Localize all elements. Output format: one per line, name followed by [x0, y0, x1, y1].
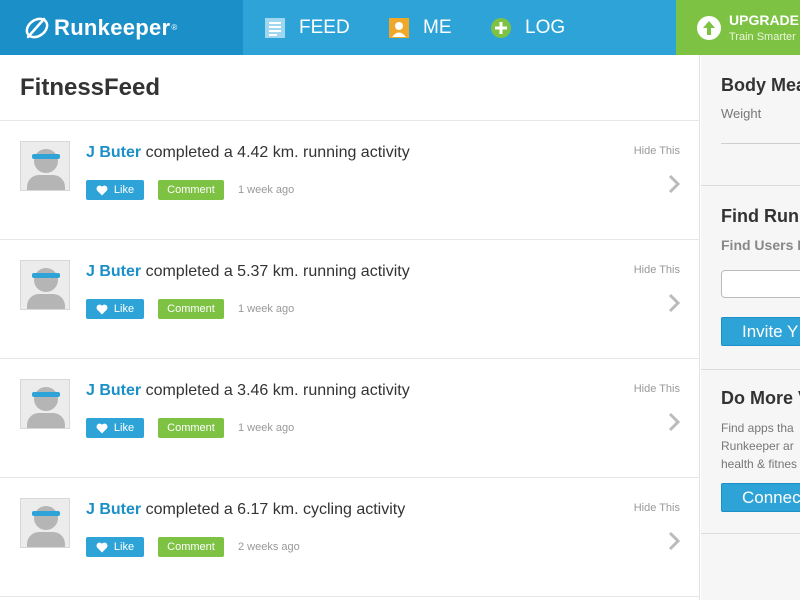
- upgrade-button[interactable]: UPGRADE Train Smarter: [676, 0, 800, 55]
- person-icon: [389, 17, 409, 38]
- runkeeper-logo-icon: [25, 17, 49, 38]
- nav-feed[interactable]: FEED: [264, 0, 350, 55]
- avatar[interactable]: [20, 141, 70, 191]
- do-more-title: Do More V: [721, 388, 800, 408]
- logo-registered-mark: ®: [171, 23, 178, 32]
- weight-label: Weight: [721, 106, 762, 121]
- like-label: Like: [113, 422, 135, 434]
- heart-icon: [96, 542, 108, 552]
- heart-icon: [96, 185, 108, 195]
- comment-button[interactable]: Comment: [158, 180, 224, 200]
- page-title: FitnessFeed: [20, 74, 161, 101]
- do-more-line: Runkeeper ar: [721, 439, 794, 453]
- user-link[interactable]: J Buter: [86, 382, 141, 399]
- body-measurements-panel: Body Mea Weight: [701, 55, 800, 185]
- like-label: Like: [113, 184, 135, 196]
- nav-me[interactable]: ME: [388, 0, 452, 55]
- document-lines-icon: [265, 17, 285, 38]
- avatar[interactable]: [20, 498, 70, 548]
- comment-button[interactable]: Comment: [158, 537, 224, 557]
- user-link[interactable]: J Buter: [86, 501, 141, 518]
- feed-item: J Buter completed a 3.46 km. running act…: [0, 359, 700, 478]
- sidebar: Body Mea Weight Find Run Find Users I In…: [701, 55, 800, 600]
- chevron-right-icon[interactable]: [666, 411, 682, 433]
- hide-this-link[interactable]: Hide This: [634, 145, 680, 157]
- user-link[interactable]: J Buter: [86, 263, 141, 280]
- activity-text: J Buter completed a 3.46 km. running act…: [86, 382, 410, 400]
- chevron-right-icon[interactable]: [666, 292, 682, 314]
- nav-feed-label: FEED: [299, 16, 350, 38]
- like-button[interactable]: Like: [86, 299, 144, 319]
- timestamp: 1 week ago: [238, 422, 295, 434]
- fitness-feed: FitnessFeed J Buter completed a 4.42 km.…: [0, 55, 700, 600]
- like-button[interactable]: Like: [86, 537, 144, 557]
- upgrade-subtitle: Train Smarter: [729, 31, 796, 43]
- nav-me-label: ME: [423, 16, 452, 38]
- find-users-panel: Find Run Find Users I Invite Y: [701, 186, 800, 369]
- do-more-panel: Do More V Find apps tha Runkeeper ar hea…: [701, 370, 800, 533]
- like-label: Like: [113, 303, 135, 315]
- chevron-right-icon[interactable]: [666, 173, 682, 195]
- feed-item: J Buter completed a 4.42 km. running act…: [0, 121, 700, 240]
- invite-button[interactable]: Invite Y: [721, 317, 800, 346]
- comment-button[interactable]: Comment: [158, 418, 224, 438]
- nav-log-label: LOG: [525, 16, 566, 38]
- upgrade-title: UPGRADE: [729, 12, 800, 28]
- activity-text: J Buter completed a 5.37 km. running act…: [86, 263, 410, 281]
- like-label: Like: [113, 541, 135, 553]
- arrow-up-circle-icon: [697, 15, 721, 40]
- hide-this-link[interactable]: Hide This: [634, 383, 680, 395]
- divider: [701, 533, 800, 534]
- find-users-label: Find Users I: [721, 237, 800, 253]
- like-button[interactable]: Like: [86, 180, 144, 200]
- feed-item: J Buter completed a 6.17 km. cycling act…: [0, 478, 700, 597]
- nav-log[interactable]: LOG: [490, 0, 565, 55]
- hide-this-link[interactable]: Hide This: [634, 502, 680, 514]
- find-users-title: Find Run: [721, 206, 799, 226]
- avatar[interactable]: [20, 379, 70, 429]
- hide-this-link[interactable]: Hide This: [634, 264, 680, 276]
- heart-icon: [96, 304, 108, 314]
- do-more-description: Find apps tha Runkeeper ar health & fitn…: [721, 419, 800, 473]
- timestamp: 1 week ago: [238, 303, 295, 315]
- like-button[interactable]: Like: [86, 418, 144, 438]
- top-navigation-bar: Runkeeper ® FEED ME LOG UPGRADE Train Sm…: [0, 0, 800, 55]
- logo-text: Runkeeper: [54, 14, 171, 40]
- timestamp: 1 week ago: [238, 184, 295, 196]
- activity-description: completed a 3.46 km. running activity: [141, 382, 410, 399]
- activity-text: J Buter completed a 4.42 km. running act…: [86, 144, 410, 162]
- activity-description: completed a 5.37 km. running activity: [141, 263, 410, 280]
- activity-text: J Buter completed a 6.17 km. cycling act…: [86, 501, 405, 519]
- avatar[interactable]: [20, 260, 70, 310]
- activity-description: completed a 4.42 km. running activity: [141, 144, 410, 161]
- plus-circle-icon: [491, 17, 511, 38]
- do-more-line: health & fitnes: [721, 457, 798, 471]
- weight-underline: [721, 143, 800, 144]
- feed-item: J Buter completed a 5.37 km. running act…: [0, 240, 700, 359]
- comment-button[interactable]: Comment: [158, 299, 224, 319]
- body-measurements-title: Body Mea: [721, 75, 800, 95]
- activity-description: completed a 6.17 km. cycling activity: [141, 501, 406, 518]
- do-more-line: Find apps tha: [721, 421, 794, 435]
- runkeeper-logo[interactable]: Runkeeper ®: [0, 0, 243, 55]
- heart-icon: [96, 423, 108, 433]
- user-link[interactable]: J Buter: [86, 144, 141, 161]
- chevron-right-icon[interactable]: [666, 530, 682, 552]
- timestamp: 2 weeks ago: [238, 541, 300, 553]
- connect-button[interactable]: Connec: [721, 483, 800, 512]
- find-users-input[interactable]: [721, 270, 800, 298]
